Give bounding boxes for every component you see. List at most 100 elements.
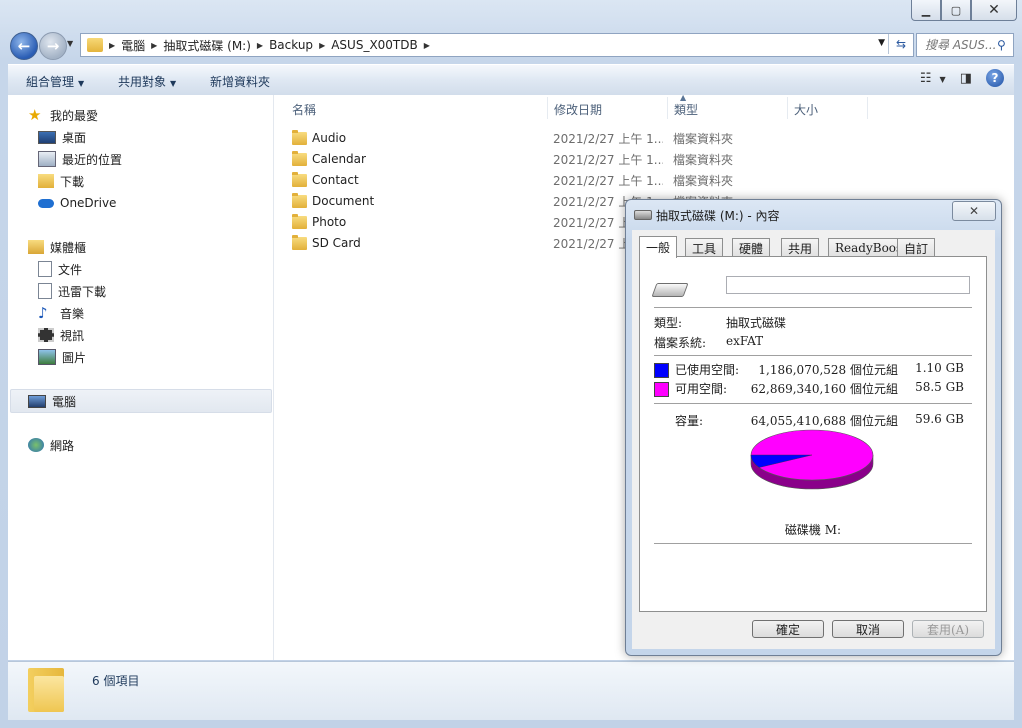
arrow-right-icon: → <box>46 37 60 55</box>
computer-icon <box>28 394 46 408</box>
ok-button[interactable]: 確定 <box>752 620 824 638</box>
free-space-label: 可用空間: <box>675 382 728 396</box>
back-button[interactable]: ← <box>10 32 38 60</box>
address-bar[interactable]: ▶ 電腦 ▶ 抽取式磁碟 (M:) ▶ Backup ▶ ASUS_X00TDB… <box>80 33 914 57</box>
file-row[interactable]: Document 2021/2/27 上午 1... 檔案資料夾 <box>292 191 733 211</box>
type-label: 類型: <box>654 316 683 330</box>
nav-thunder[interactable]: 迅雷下載 <box>38 281 106 301</box>
nav-label: 迅雷下載 <box>58 284 107 299</box>
column-header-size[interactable]: 大小 <box>794 99 818 119</box>
divider <box>654 543 972 544</box>
tab-general[interactable]: 一般 <box>639 236 678 258</box>
disk-usage-pie <box>750 429 874 490</box>
folder-icon <box>292 234 307 250</box>
apply-button[interactable]: 套用(A) <box>912 620 984 638</box>
usb-drive-icon <box>651 283 689 297</box>
column-divider[interactable] <box>547 97 548 119</box>
file-row[interactable]: SD Card 2021/2/27 上午 1... 檔案資料夾 <box>292 233 733 253</box>
minimize-button[interactable]: ▁ <box>911 0 941 21</box>
recent-places-icon <box>38 151 56 167</box>
nav-computer[interactable]: 電腦 <box>28 391 76 411</box>
column-header-name[interactable]: 名稱 <box>292 99 316 119</box>
file-type: 檔案資料夾 <box>673 152 734 167</box>
nav-favorites[interactable]: ★ 我的最愛 <box>28 105 98 125</box>
file-name: SD Card <box>312 236 361 250</box>
chevron-down-icon: ▼ <box>170 79 177 88</box>
properties-dialog: 抽取式磁碟 (M:) - 內容 ✕ 一般 工具 硬體 共用 ReadyBoost… <box>625 199 1002 656</box>
nav-recent[interactable]: 最近的位置 <box>38 149 122 169</box>
nav-downloads[interactable]: 下載 <box>38 171 84 191</box>
chevron-right-icon[interactable]: ▶ <box>257 41 263 50</box>
breadcrumb-backup[interactable]: Backup <box>269 38 313 52</box>
dialog-title: 抽取式磁碟 (M:) - 內容 <box>656 209 780 223</box>
file-type: 檔案資料夾 <box>673 173 734 188</box>
nav-onedrive[interactable]: OneDrive <box>38 193 116 213</box>
breadcrumb-drive[interactable]: 抽取式磁碟 (M:) <box>163 37 251 54</box>
file-date: 2021/2/27 上午 1... <box>553 131 663 146</box>
nav-network[interactable]: 網路 <box>28 435 74 455</box>
dialog-close-button[interactable]: ✕ <box>952 201 996 221</box>
nav-desktop[interactable]: 桌面 <box>38 127 86 147</box>
view-options-button[interactable]: ☷ ▼ <box>920 71 946 86</box>
file-row[interactable]: Calendar 2021/2/27 上午 1... 檔案資料夾 <box>292 149 733 169</box>
folder-icon <box>292 213 307 229</box>
desktop-icon <box>38 130 56 144</box>
refresh-button[interactable]: ⇆ <box>888 34 913 54</box>
maximize-button[interactable]: ▢ <box>941 0 971 21</box>
nav-label: 下載 <box>60 174 85 189</box>
recent-pages-dropdown[interactable]: ▼ <box>67 39 73 48</box>
capacity-label: 容量: <box>675 414 704 428</box>
nav-label: 網路 <box>50 438 75 453</box>
close-button[interactable]: ✕ <box>971 0 1017 21</box>
chevron-right-icon[interactable]: ▶ <box>319 41 325 50</box>
search-icon[interactable]: ⚲ <box>997 38 1006 52</box>
forward-button[interactable]: → <box>39 32 67 60</box>
breadcrumb-asus[interactable]: ASUS_X00TDB <box>331 38 418 52</box>
filesystem-value: exFAT <box>726 334 764 348</box>
maximize-icon: ▢ <box>950 3 962 17</box>
file-type: 檔案資料夾 <box>673 131 734 146</box>
tab-sharing[interactable]: 共用 <box>781 238 820 257</box>
chevron-right-icon[interactable]: ▶ <box>151 41 157 50</box>
cancel-button[interactable]: 取消 <box>832 620 904 638</box>
refresh-icon: ⇆ <box>895 37 907 51</box>
column-divider[interactable] <box>867 97 868 119</box>
chevron-right-icon[interactable]: ▶ <box>109 41 115 50</box>
help-icon[interactable]: ? <box>986 69 1004 87</box>
column-divider[interactable] <box>667 97 668 119</box>
column-divider[interactable] <box>787 97 788 119</box>
nav-documents[interactable]: 文件 <box>38 259 82 279</box>
free-space-gb: 58.5 GB <box>915 380 964 394</box>
chevron-down-icon[interactable]: ▼ <box>878 38 885 48</box>
organize-button[interactable]: 組合管理 ▼ <box>26 73 84 90</box>
tab-hardware[interactable]: 硬體 <box>732 238 771 257</box>
close-icon: ✕ <box>988 2 1000 18</box>
file-name: Contact <box>312 173 359 187</box>
nav-videos[interactable]: 視訊 <box>38 325 84 345</box>
volume-label-input[interactable] <box>726 276 970 294</box>
tab-customize[interactable]: 自訂 <box>897 238 936 257</box>
preview-pane-button[interactable]: ◨ <box>960 71 972 86</box>
column-header-type[interactable]: 類型 <box>674 99 698 119</box>
share-button[interactable]: 共用對象 ▼ <box>118 73 176 90</box>
capacity-gb: 59.6 GB <box>915 412 964 426</box>
file-row[interactable]: Audio 2021/2/27 上午 1... 檔案資料夾 <box>292 128 733 148</box>
column-header-date[interactable]: 修改日期 <box>554 99 602 119</box>
breadcrumb-computer[interactable]: 電腦 <box>121 37 145 54</box>
folder-icon <box>28 668 64 712</box>
search-input[interactable] <box>923 37 997 53</box>
nav-music[interactable]: ♪ 音樂 <box>38 303 84 323</box>
music-note-icon: ♪ <box>38 304 48 322</box>
nav-libraries[interactable]: 媒體櫃 <box>28 237 86 257</box>
new-folder-button[interactable]: 新增資料夾 <box>210 73 270 90</box>
type-value: 抽取式磁碟 <box>726 316 787 330</box>
drive-label: 磁碟機 M: <box>784 523 842 537</box>
close-icon: ✕ <box>968 204 980 218</box>
file-row[interactable]: Photo 2021/2/27 上午 1... 檔案資料夾 <box>292 212 733 232</box>
chevron-right-icon[interactable]: ▶ <box>424 41 430 50</box>
nav-pictures[interactable]: 圖片 <box>38 347 86 367</box>
star-icon: ★ <box>28 106 42 124</box>
nav-label: 我的最愛 <box>50 108 99 123</box>
tab-tools[interactable]: 工具 <box>685 238 724 257</box>
file-row[interactable]: Contact 2021/2/27 上午 1... 檔案資料夾 <box>292 170 733 190</box>
